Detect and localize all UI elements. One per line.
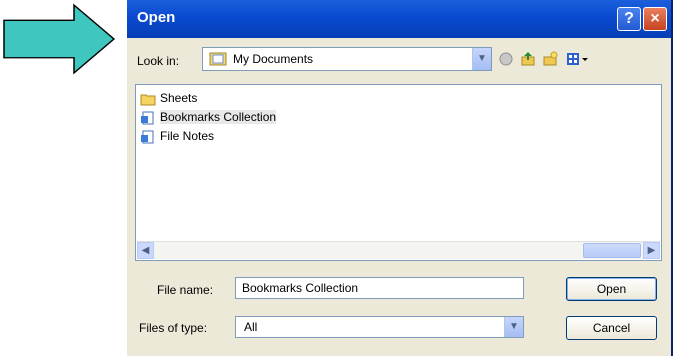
list-item[interactable]: Bookmarks Collection [140,110,277,128]
file-name-input[interactable]: Bookmarks Collection [235,277,524,299]
list-item[interactable]: File Notes [140,129,214,147]
back-icon[interactable] [498,51,514,67]
new-folder-icon[interactable] [542,51,558,67]
document-icon [141,130,154,144]
title-bar: Open ? × [127,0,671,38]
chevron-down-icon[interactable]: ▼ [504,317,523,337]
pointer-arrow-icon [3,3,116,75]
file-name: Sheets [160,91,198,105]
list-item[interactable]: Sheets [140,91,197,109]
files-of-type-label: Files of type: [139,321,208,335]
file-name: Bookmarks Collection [160,110,277,124]
open-dialog: Open ? × Look in: My Documents ▼ Sheets … [127,0,673,356]
scroll-thumb[interactable] [583,243,641,258]
open-button[interactable]: Open [566,277,657,301]
cancel-button[interactable]: Cancel [566,316,657,340]
file-type-value: All [244,320,258,334]
file-list[interactable]: Sheets Bookmarks Collection File Notes ◀… [135,84,662,261]
folder-icon [140,94,156,106]
file-name-label: File name: [157,283,214,297]
close-button[interactable]: × [643,7,667,31]
my-documents-icon [209,52,227,66]
help-button[interactable]: ? [617,7,641,31]
document-icon [141,111,154,125]
file-name: File Notes [160,129,215,143]
look-in-dropdown[interactable]: My Documents ▼ [202,47,492,71]
views-icon[interactable] [566,51,592,67]
up-folder-icon[interactable] [520,51,536,67]
horizontal-scrollbar[interactable]: ◀ ▶ [137,241,660,259]
scroll-left-icon[interactable]: ◀ [137,242,154,259]
look-in-label: Look in: [137,54,180,68]
dialog-title: Open [137,9,176,26]
scroll-right-icon[interactable]: ▶ [643,242,660,259]
chevron-down-icon[interactable]: ▼ [472,48,491,70]
file-type-dropdown[interactable]: All ▼ [235,316,524,338]
look-in-value: My Documents [233,52,314,66]
